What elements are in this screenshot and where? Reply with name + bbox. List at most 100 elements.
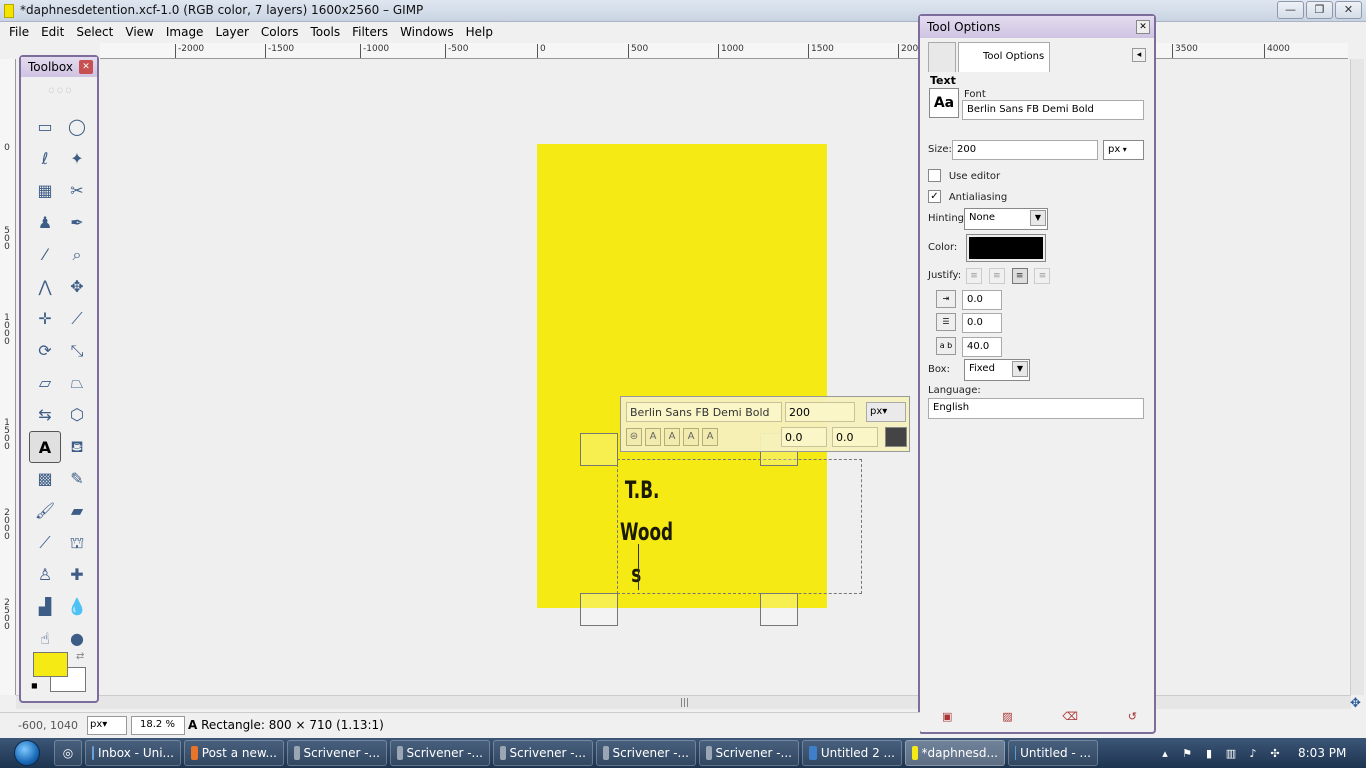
taskbar-button[interactable]: Untitled - ...	[1008, 740, 1098, 766]
shear-icon[interactable]: ▱	[29, 367, 61, 399]
text-tool-icon[interactable]: A	[29, 431, 61, 463]
clone-icon[interactable]: ♙	[29, 559, 61, 591]
smudge-icon[interactable]: ☝	[29, 623, 61, 655]
menu-filters[interactable]: Filters	[346, 22, 394, 43]
letter-spacing-input[interactable]: 40.0	[962, 337, 1002, 357]
blur-icon[interactable]: 💧	[61, 591, 93, 623]
tab-menu-icon[interactable]: ◂	[1132, 48, 1146, 62]
vertical-ruler[interactable]: 0 5 0 0 1 0 0 0 1 5 0 0 2 0 0 0 2 5 0 0	[0, 59, 16, 695]
text-color-button[interactable]	[966, 234, 1046, 262]
unit-select[interactable]: px▾	[866, 402, 906, 422]
vertical-scrollbar[interactable]	[1350, 59, 1364, 695]
foreground-select-icon[interactable]: ♟	[29, 207, 61, 239]
save-options-icon[interactable]: ▣	[942, 710, 952, 723]
network-icon[interactable]: ▥	[1220, 747, 1242, 760]
close-button[interactable]: ✕	[1335, 1, 1362, 19]
tool-options-title-bar[interactable]: Tool Options ✕	[920, 16, 1154, 38]
crop-icon[interactable]: ⟋	[61, 303, 93, 335]
hinting-select[interactable]: None ▼	[964, 208, 1048, 230]
color-picker-icon[interactable]: ⁄	[29, 239, 61, 271]
size-unit-select[interactable]: px ▾	[1103, 140, 1144, 160]
paintbrush-icon[interactable]: 🖌	[29, 495, 61, 527]
bucket-fill-icon[interactable]: ⛾	[61, 431, 93, 463]
restore-options-icon[interactable]: ▨	[1002, 710, 1012, 723]
tool-options-close-icon[interactable]: ✕	[1136, 20, 1150, 34]
line-spacing-input[interactable]: 0.0	[962, 313, 1002, 333]
use-editor-checkbox[interactable]	[928, 169, 941, 182]
italic-icon[interactable]: A	[664, 428, 680, 446]
menu-file[interactable]: File	[3, 22, 35, 43]
use-editor-row[interactable]: Use editor	[928, 168, 1000, 182]
scissors-icon[interactable]: ✂	[61, 175, 93, 207]
color-select-icon[interactable]: ▦	[29, 175, 61, 207]
baseline-input[interactable]: 0.0	[781, 427, 827, 447]
justify-right-icon[interactable]: ≡	[988, 268, 1005, 284]
taskbar-button[interactable]: Post a new...	[184, 740, 284, 766]
default-colors-icon[interactable]: ◼	[31, 681, 38, 690]
taskbar-button[interactable]: Scrivener -...	[699, 740, 799, 766]
start-button[interactable]	[0, 738, 54, 768]
pencil-icon[interactable]: ✎	[61, 463, 93, 495]
menu-windows[interactable]: Windows	[394, 22, 460, 43]
delete-options-icon[interactable]: ⌫	[1062, 710, 1078, 723]
zoom-icon[interactable]: ⌕	[61, 239, 93, 271]
canvas-area[interactable]: T.B. Wood s Berlin Sans FB Demi Bold 200…	[100, 59, 920, 695]
zoom-select[interactable]: 18.2 %	[131, 716, 185, 735]
resize-handle-bottom-right[interactable]	[760, 593, 798, 626]
menu-view[interactable]: View	[119, 22, 159, 43]
taskbar-button[interactable]: Inbox - Uni...	[85, 740, 181, 766]
language-input[interactable]: English	[928, 398, 1144, 419]
canvas-text[interactable]: T.B. Wood s	[620, 469, 673, 595]
menu-tools[interactable]: Tools	[305, 22, 347, 43]
minimize-button[interactable]: —	[1277, 1, 1304, 19]
flag-icon[interactable]: ⚑	[1176, 747, 1198, 760]
kerning-input[interactable]: 0.0	[832, 427, 878, 447]
clock[interactable]: 8:03 PM	[1298, 746, 1346, 760]
scale-icon[interactable]: ⤡	[61, 335, 93, 367]
taskbar-button[interactable]: Untitled 2 ...	[802, 740, 902, 766]
toolbox-close-icon[interactable]: ✕	[79, 60, 93, 74]
bold-icon[interactable]: A	[645, 428, 661, 446]
battery-icon[interactable]: ▮	[1198, 747, 1220, 760]
antialiasing-checkbox[interactable]: ✓	[928, 190, 941, 203]
canvas-area-right[interactable]	[1156, 59, 1348, 695]
horizontal-ruler[interactable]: -2000 -1500 -1000 -500 0 500 1000 1500 2…	[100, 43, 920, 59]
swap-colors-icon[interactable]: ⇄	[76, 651, 84, 662]
size-input[interactable]: 200	[952, 140, 1098, 160]
menu-image[interactable]: Image	[160, 22, 210, 43]
underline-icon[interactable]: A	[683, 428, 699, 446]
rect-select-icon[interactable]: ▭	[29, 111, 61, 143]
box-select[interactable]: Fixed ▼	[964, 359, 1030, 381]
maximize-button[interactable]: ❐	[1306, 1, 1333, 19]
ellipse-select-icon[interactable]: ◯	[61, 111, 93, 143]
text-color-swatch[interactable]	[885, 427, 907, 447]
taskbar-button[interactable]: Scrivener -...	[596, 740, 696, 766]
menu-help[interactable]: Help	[460, 22, 499, 43]
strikethrough-icon[interactable]: A	[702, 428, 718, 446]
volume-icon[interactable]: ♪	[1242, 747, 1264, 760]
flip-icon[interactable]: ⇆	[29, 399, 61, 431]
cage-icon[interactable]: ⬡	[61, 399, 93, 431]
paths-icon[interactable]: ✒	[61, 207, 93, 239]
font-preview-button[interactable]: Aa	[929, 88, 959, 118]
perspective-clone-icon[interactable]: ▟	[29, 591, 61, 623]
reset-options-icon[interactable]: ↺	[1128, 710, 1137, 723]
eraser-icon[interactable]: ▰	[61, 495, 93, 527]
wilber-drop-area[interactable]: ◦◦◦	[27, 81, 91, 107]
justify-fill-icon[interactable]: ≡	[1034, 268, 1051, 284]
ink-icon[interactable]: ⛫	[61, 527, 93, 559]
dropbox-icon[interactable]: ✣	[1264, 747, 1286, 760]
blend-icon[interactable]: ▩	[29, 463, 61, 495]
menu-layer[interactable]: Layer	[209, 22, 254, 43]
antialiasing-row[interactable]: ✓ Antialiasing	[928, 189, 1007, 203]
taskbar-button[interactable]: *daphnesd...	[905, 740, 1005, 766]
clear-style-icon[interactable]: ⊜	[626, 428, 642, 446]
fuzzy-select-icon[interactable]: ✦	[61, 143, 93, 175]
taskbar-button[interactable]: Scrivener -...	[390, 740, 490, 766]
toolbox-title-bar[interactable]: Toolbox ✕	[21, 57, 97, 77]
airbrush-icon[interactable]: ⟋	[29, 527, 61, 559]
menu-select[interactable]: Select	[70, 22, 119, 43]
size-input[interactable]: 200	[785, 402, 855, 422]
justify-left-icon[interactable]: ≡	[966, 268, 982, 284]
tray-arrow-icon[interactable]: ▴	[1154, 747, 1176, 760]
